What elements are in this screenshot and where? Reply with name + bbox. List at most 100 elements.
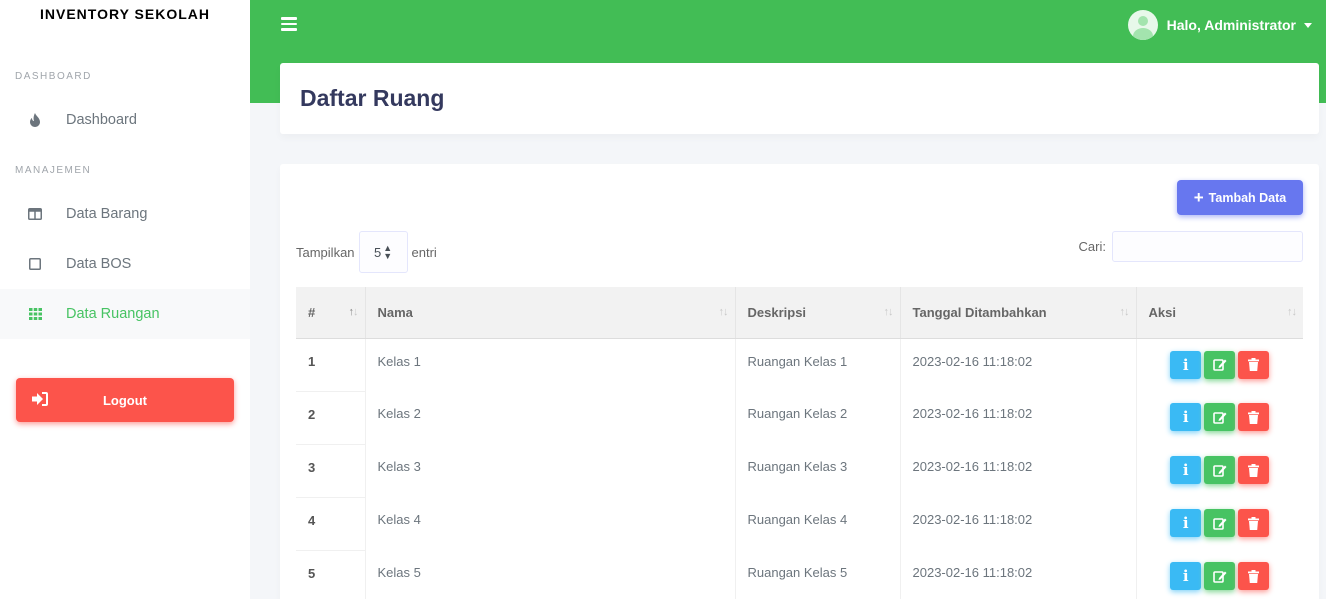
ruang-table: # ↑↓ Nama ↑↓ Deskripsi ↑↓ Tanggal Ditamb… xyxy=(296,287,1303,599)
cell-no: 1 xyxy=(296,338,365,392)
logout-label: Logout xyxy=(102,392,148,408)
cell-nama: Kelas 3 xyxy=(364,444,735,497)
delete-button[interactable] xyxy=(1238,456,1270,484)
table-row: 3 Kelas 3 Ruangan Kelas 3 2023-02-16 11:… xyxy=(296,444,1303,498)
search-control: Cari: xyxy=(1079,231,1303,262)
edit-button[interactable] xyxy=(1204,562,1236,590)
sort-icon: ↑↓ xyxy=(883,306,894,318)
edit-icon xyxy=(1212,570,1227,583)
cell-aksi: i xyxy=(1135,391,1303,444)
table-row: 4 Kelas 4 Ruangan Kelas 4 2023-02-16 11:… xyxy=(296,497,1303,551)
edit-icon xyxy=(1212,359,1227,371)
cell-no: 4 xyxy=(296,497,365,551)
entries-select-value: 5 xyxy=(373,244,382,260)
hamburger-menu-icon[interactable] xyxy=(281,17,297,31)
cell-nama: Kelas 4 xyxy=(364,497,735,550)
info-button[interactable]: i xyxy=(1170,403,1202,431)
table-row: 2 Kelas 2 Ruangan Kelas 2 2023-02-16 11:… xyxy=(296,391,1303,445)
columns-icon xyxy=(27,206,43,222)
cell-tanggal: 2023-02-16 11:18:02 xyxy=(899,497,1136,550)
cell-aksi: i xyxy=(1135,338,1303,391)
delete-button[interactable] xyxy=(1238,350,1270,379)
search-input[interactable] xyxy=(1112,231,1303,262)
sidebar-item-label: Data Barang xyxy=(66,206,148,222)
column-header-deskripsi[interactable]: Deskripsi ↑↓ xyxy=(734,287,900,339)
column-header-aksi[interactable]: Aksi ↑↓ xyxy=(1135,287,1303,339)
edit-button[interactable] xyxy=(1204,403,1236,431)
sort-icon: ↑↓ xyxy=(1119,306,1130,318)
logout-button[interactable]: Logout xyxy=(16,378,234,422)
sidebar-item-label: Data BOS xyxy=(66,256,132,272)
menu-header-dashboard: DASHBOARD xyxy=(15,71,92,82)
cell-nama: Kelas 2 xyxy=(364,391,735,444)
caret-down-icon xyxy=(1304,22,1312,28)
table-header-row: # ↑↓ Nama ↑↓ Deskripsi ↑↓ Tanggal Ditamb… xyxy=(296,287,1303,339)
user-dropdown[interactable]: Halo, Administrator xyxy=(1127,10,1312,40)
delete-button[interactable] xyxy=(1238,403,1270,431)
trash-icon xyxy=(1248,358,1260,371)
length-suffix: entri xyxy=(411,244,437,260)
trash-icon xyxy=(1248,463,1260,477)
cell-nama: Kelas 1 xyxy=(364,338,735,391)
info-icon: i xyxy=(1182,408,1189,426)
sidebar-item-dashboard[interactable]: Dashboard xyxy=(0,95,250,145)
cell-aksi: i xyxy=(1135,550,1303,599)
column-header-tanggal[interactable]: Tanggal Ditambahkan ↑↓ xyxy=(899,287,1136,339)
cell-tanggal: 2023-02-16 11:18:02 xyxy=(899,550,1136,599)
cell-deskripsi: Ruangan Kelas 1 xyxy=(734,338,900,391)
info-icon: i xyxy=(1182,567,1189,585)
info-button[interactable]: i xyxy=(1170,350,1202,379)
cell-no: 2 xyxy=(296,391,365,445)
delete-button[interactable] xyxy=(1238,562,1270,590)
edit-button[interactable] xyxy=(1204,456,1236,484)
fire-icon xyxy=(27,112,43,128)
data-card: + Tambah Data Tampilkan 5 ▲ ▼ entri Cari:… xyxy=(280,164,1319,599)
edit-button[interactable] xyxy=(1204,350,1236,379)
info-button[interactable]: i xyxy=(1170,562,1202,590)
table-row: 5 Kelas 5 Ruangan Kelas 5 2023-02-16 11:… xyxy=(296,550,1303,599)
sort-icon: ↑↓ xyxy=(1287,306,1297,318)
cell-no: 3 xyxy=(296,444,365,498)
sort-icon: ↑↓ xyxy=(718,306,729,318)
column-header-nama[interactable]: Nama ↑↓ xyxy=(364,287,735,339)
sidebar-item-label: Dashboard xyxy=(66,112,137,128)
sidebar-item-label: Data Ruangan xyxy=(66,306,160,322)
square-icon xyxy=(27,256,43,272)
cell-deskripsi: Ruangan Kelas 4 xyxy=(734,497,900,550)
edit-icon xyxy=(1212,411,1227,424)
add-data-button[interactable]: + Tambah Data xyxy=(1177,180,1303,215)
search-label: Cari: xyxy=(1078,239,1106,254)
sort-icon: ↑↓ xyxy=(348,306,359,318)
sort-updown-icon: ▲ ▼ xyxy=(383,243,393,261)
brand-title[interactable]: INVENTORY SEKOLAH xyxy=(0,0,250,30)
trash-icon xyxy=(1248,516,1260,530)
info-button[interactable]: i xyxy=(1170,509,1202,537)
cell-deskripsi: Ruangan Kelas 5 xyxy=(734,550,900,599)
entries-length-control: Tampilkan 5 ▲ ▼ entri xyxy=(296,231,437,273)
table-body: 1 Kelas 1 Ruangan Kelas 1 2023-02-16 11:… xyxy=(296,338,1303,599)
edit-button[interactable] xyxy=(1204,509,1236,537)
sidebar-item-data-bos[interactable]: Data BOS xyxy=(0,239,250,289)
sidebar-item-data-ruangan[interactable]: Data Ruangan xyxy=(0,289,250,339)
edit-icon xyxy=(1212,464,1227,477)
cell-deskripsi: Ruangan Kelas 2 xyxy=(734,391,900,444)
table-row: 1 Kelas 1 Ruangan Kelas 1 2023-02-16 11:… xyxy=(296,338,1303,392)
delete-button[interactable] xyxy=(1238,509,1270,537)
cell-aksi: i xyxy=(1135,444,1303,497)
trash-icon xyxy=(1248,569,1260,583)
section-header: Daftar Ruang xyxy=(280,63,1319,134)
info-button[interactable]: i xyxy=(1170,456,1202,484)
edit-icon xyxy=(1212,517,1227,530)
cell-tanggal: 2023-02-16 11:18:02 xyxy=(899,338,1136,391)
page-title: Daftar Ruang xyxy=(300,85,445,111)
cell-nama: Kelas 5 xyxy=(364,550,735,599)
sidebar-item-data-barang[interactable]: Data Barang xyxy=(0,189,250,239)
cell-tanggal: 2023-02-16 11:18:02 xyxy=(899,391,1136,444)
column-header-no[interactable]: # ↑↓ xyxy=(296,287,365,339)
grid-icon xyxy=(27,306,43,322)
info-icon: i xyxy=(1182,461,1189,479)
sidebar: INVENTORY SEKOLAH DASHBOARD Dashboard MA… xyxy=(0,0,250,599)
menu-header-manajemen: MANAJEMEN xyxy=(15,165,92,176)
info-icon: i xyxy=(1182,355,1189,374)
entries-select[interactable]: 5 ▲ ▼ xyxy=(358,231,408,273)
